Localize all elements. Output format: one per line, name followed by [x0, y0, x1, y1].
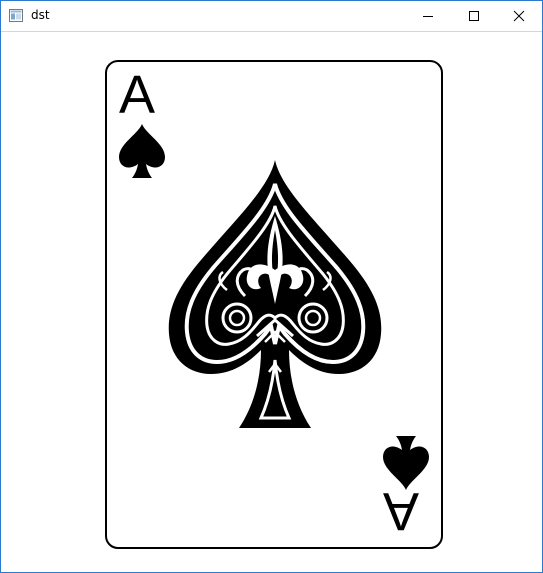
minimize-button[interactable]: [405, 1, 451, 31]
title-bar[interactable]: dst: [1, 1, 542, 32]
maximize-icon: [469, 11, 479, 21]
minimize-icon: [423, 16, 433, 17]
close-button[interactable]: [496, 1, 542, 31]
spade-icon: [119, 124, 165, 178]
image-canvas: A A: [1, 32, 542, 572]
spade-icon: [383, 436, 429, 490]
close-icon: [513, 10, 525, 22]
maximize-button[interactable]: [451, 1, 497, 31]
rank-label-bottom: A: [383, 481, 420, 541]
ornate-spade-icon: [168, 160, 382, 428]
playing-card: A A: [105, 60, 443, 549]
rank-label-top: A: [119, 65, 156, 125]
app-window-icon: [9, 9, 23, 22]
app-window: dst A A: [0, 0, 543, 573]
window-title: dst: [31, 8, 50, 22]
